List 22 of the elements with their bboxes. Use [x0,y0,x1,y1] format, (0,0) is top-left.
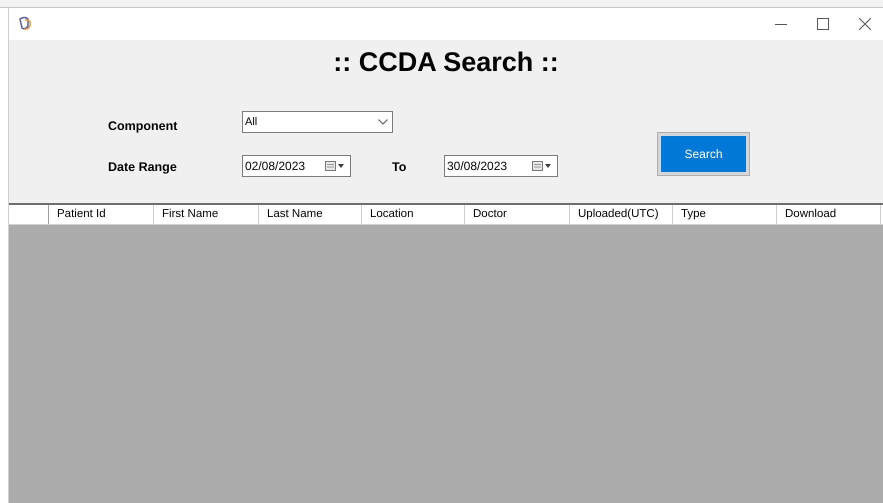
to-label: To [392,158,408,176]
chevron-down-icon [378,118,388,125]
column-header[interactable]: Uploaded(UTC) [570,205,673,224]
calendar-dropdown-icon[interactable] [532,161,552,172]
close-icon[interactable] [859,18,871,30]
maximize-icon[interactable] [817,18,829,30]
date-range-label: Date Range [108,158,178,176]
form-heading: :: CCDA Search :: [333,46,559,79]
column-header[interactable]: First Name [154,205,259,224]
column-header[interactable]: Patient Id [49,205,154,224]
column-header[interactable]: Type [673,205,777,224]
calendar-dropdown-icon[interactable] [325,161,345,172]
date-picker[interactable]: 30/08/2023 [444,155,558,178]
column-header[interactable]: Last Name [259,205,362,224]
component-dropdown[interactable]: All [242,110,393,133]
column-header[interactable]: Doctor [465,205,570,224]
column-header[interactable]: Location [362,205,465,224]
column-header[interactable]: Download [777,205,881,224]
search-button[interactable]: Search [658,133,749,176]
date-picker[interactable]: 02/08/2023 [242,155,351,178]
component-label: Component [108,118,178,135]
app-logo-icon [17,16,33,32]
